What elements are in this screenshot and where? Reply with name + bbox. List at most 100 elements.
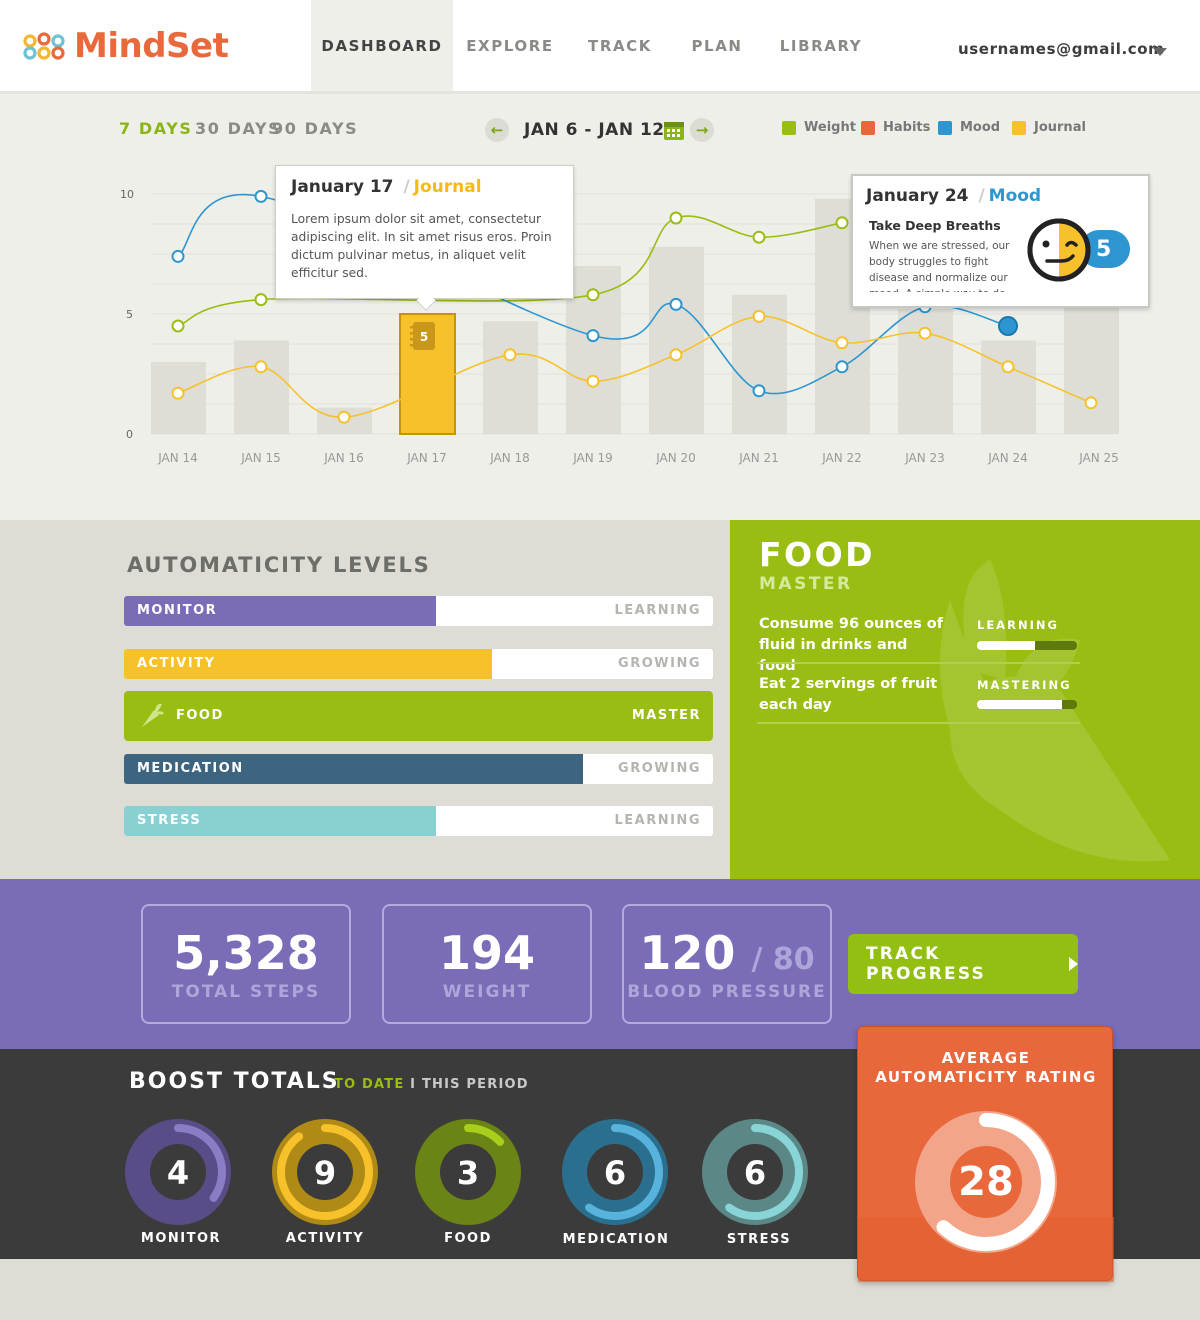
bar-jan-15 [234, 340, 289, 434]
journal-point [1084, 396, 1098, 410]
mood-tooltip-body: When we are stressed, our body struggles… [869, 240, 1010, 292]
highlight-bar-label: 5 [420, 330, 428, 344]
activity-bar-level: GROWING [618, 656, 701, 671]
journal-point [503, 348, 517, 362]
mood-point [752, 384, 766, 398]
monitor-bar-level: LEARNING [614, 603, 701, 618]
boost-stress-label: STRESS [726, 1232, 792, 1247]
x-tick-jan-20: JAN 20 [656, 451, 696, 465]
mood-tooltip-sep: / [978, 186, 985, 206]
journal-point [586, 374, 600, 388]
journal-tooltip-body: Lorem ipsum dolor sit amet, consectetur … [291, 212, 552, 280]
journal-tooltip-date: January 17 [291, 177, 394, 197]
track-progress-button[interactable]: TRACK PROGRESS [848, 934, 1078, 994]
medication-bar-label: MEDICATION [137, 761, 244, 776]
activity-ring-value: 9 [314, 1154, 336, 1192]
x-tick-jan-17: JAN 17 [407, 451, 447, 465]
journal-point [254, 360, 268, 374]
mood-face-icon [1027, 218, 1091, 282]
x-tick-jan-25: JAN 25 [1079, 451, 1119, 465]
stat-blood-pressure-label: BLOOD PRESSURE [627, 982, 827, 1002]
weight-point [669, 211, 683, 225]
notebook-ring [410, 326, 416, 329]
journal-point [752, 309, 766, 323]
food-goal-2-progress [977, 700, 1077, 709]
mood-point [171, 249, 185, 263]
mood-score-value: 5 [1096, 237, 1112, 262]
automaticity-bar-activity[interactable]: ACTIVITY GROWING [124, 649, 713, 679]
activity-bar-label: ACTIVITY [137, 656, 216, 671]
journal-line [177, 315, 1092, 419]
stress-bar-label: STRESS [137, 813, 202, 828]
stat-total-steps-label: TOTAL STEPS [171, 982, 321, 1002]
food-goal-2-progress-fill [977, 700, 1062, 709]
average-rating-value: 28 [958, 1159, 1014, 1205]
journal-point [835, 336, 849, 350]
food-goal-1-text: Consume 96 ounces of fluid in drinks and… [759, 616, 944, 674]
mood-tooltip-title: Take Deep Breaths [869, 218, 1001, 233]
stress-ring-value: 6 [744, 1154, 766, 1192]
medication-bar-level: GROWING [618, 761, 701, 776]
food-ring-value: 3 [457, 1154, 479, 1192]
journal-point [669, 348, 683, 362]
stat-total-steps: 5,328 TOTAL STEPS [141, 904, 351, 1024]
average-rating-gauge [858, 1111, 1114, 1282]
stat-weight: 194 WEIGHT [382, 904, 592, 1024]
carrot-icon [142, 703, 164, 727]
food-goal-1-progress-fill [977, 641, 1035, 650]
mood-point [835, 360, 849, 374]
weight-point [254, 293, 268, 307]
boost-food-label: FOOD [444, 1231, 492, 1246]
x-tick-jan-19: JAN 19 [573, 451, 613, 465]
notebook-ring [410, 344, 416, 347]
bar-jan-20 [649, 246, 704, 434]
stat-blood-pressure-values: 120 / 80 [624, 926, 830, 980]
x-tick-jan-14: JAN 14 [158, 451, 198, 465]
boost-monitor-label: MONITOR [140, 1231, 222, 1246]
notebook-ring [410, 338, 416, 341]
x-tick-jan-16: JAN 16 [324, 451, 364, 465]
stress-bar-level: LEARNING [614, 813, 701, 828]
stat-bp-systolic: 120 [639, 926, 736, 980]
food-panel-subtitle: MASTER [759, 574, 853, 594]
stat-weight-value: 194 [438, 926, 536, 980]
food-goal-2-status: MASTERING [977, 678, 1072, 692]
mood-tooltip-date: January 24 [866, 186, 969, 206]
bar-jan-18 [483, 321, 538, 434]
stat-blood-pressure: 120 / 80 BLOOD PRESSURE [622, 904, 832, 1024]
average-automaticity-card: AVERAGE AUTOMATICITY RATING 28 [857, 1026, 1114, 1282]
x-tick-jan-18: JAN 18 [490, 451, 530, 465]
automaticity-bar-monitor[interactable]: MONITOR LEARNING [124, 596, 713, 626]
mood-point [586, 329, 600, 343]
mood-tooltip-type: Mood [988, 186, 1042, 206]
food-bar-label: FOOD [176, 708, 224, 723]
divider [757, 722, 1080, 724]
journal-tooltip-header: January 17 /Journal [291, 177, 482, 197]
weight-point [835, 216, 849, 230]
journal-point [171, 386, 185, 400]
bar-jan-24 [981, 340, 1036, 434]
boost-rings: 4 9 3 6 6 [125, 1119, 808, 1225]
mood-point [254, 189, 268, 203]
journal-point [337, 410, 351, 424]
x-tick-jan-24: JAN 24 [988, 451, 1028, 465]
weight-point [586, 288, 600, 302]
x-tick-jan-22: JAN 22 [822, 451, 862, 465]
automaticity-bar-medication[interactable]: MEDICATION GROWING [124, 754, 713, 784]
carrot-background-icon [940, 560, 1170, 862]
play-arrow-icon [1069, 957, 1078, 971]
weight-point [171, 319, 185, 333]
mood-point [669, 297, 683, 311]
medication-ring-value: 6 [604, 1154, 626, 1192]
automaticity-bar-stress[interactable]: STRESS LEARNING [124, 806, 713, 836]
food-panel-title: FOOD [759, 535, 876, 574]
divider [757, 662, 1080, 664]
automaticity-bar-food[interactable]: FOOD MASTER [124, 691, 713, 741]
food-goal-1-progress [977, 641, 1077, 650]
journal-tooltip-sep: / [403, 177, 410, 197]
food-bar-level: MASTER [631, 708, 701, 723]
food-goal-2-text: Eat 2 servings of fruit each day [759, 676, 938, 713]
journal-tooltip-type: Journal [413, 177, 482, 197]
x-tick-jan-23: JAN 23 [905, 451, 945, 465]
monitor-bar-label: MONITOR [137, 603, 218, 618]
